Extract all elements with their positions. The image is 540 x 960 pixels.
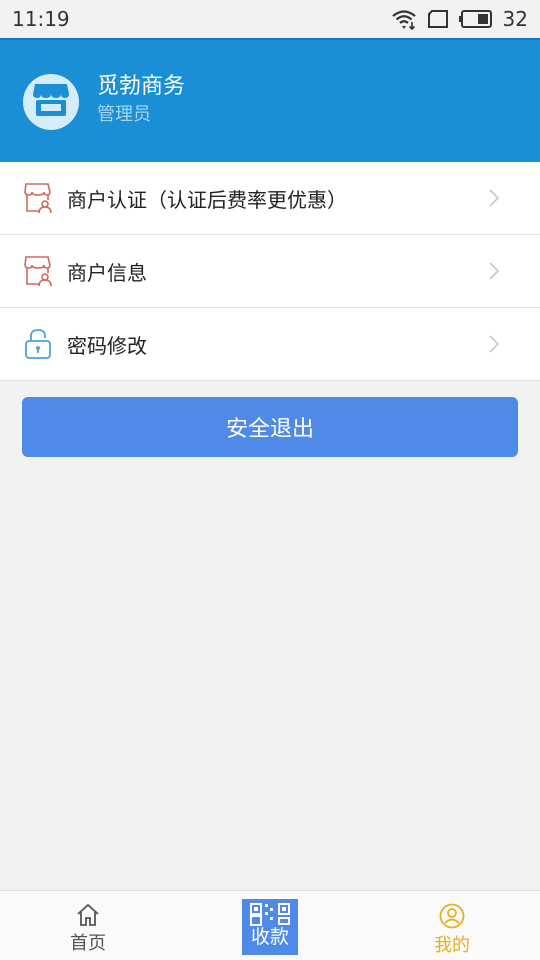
nav-me[interactable]: 我的 [392,891,512,960]
bottom-nav: 首页 收款 我的 [0,890,540,960]
menu-item-change-password[interactable]: 密码修改 [0,308,540,381]
battery-icon [458,10,493,28]
menu-item-label: 商户信息 [67,260,147,285]
user-icon [439,903,465,929]
merchant-info-icon [22,254,54,288]
avatar [23,74,79,130]
chevron-right-icon [488,334,500,358]
logout-button[interactable]: 安全退出 [22,397,518,457]
battery-level: 32 [502,7,528,31]
menu-item-label: 密码修改 [67,333,147,358]
status-bar: 11:19 32 [0,0,540,38]
store-icon [31,82,71,122]
nav-home-label: 首页 [70,933,106,954]
status-time: 11:19 [12,7,70,31]
qr-code-icon [242,902,298,926]
nav-me-label: 我的 [434,935,470,956]
nav-collect-label: 收款 [250,926,289,948]
status-icons: 32 [391,7,528,31]
lock-icon [22,327,54,361]
chevron-right-icon [488,188,500,212]
menu-item-merchant-cert[interactable]: 商户认证（认证后费率更优惠） [0,162,540,235]
store-name: 觅勃商务 [97,74,186,99]
sim-card-icon [427,9,449,29]
wifi-icon [391,8,417,30]
profile-header: 觅勃商务 管理员 [0,38,540,162]
menu-item-merchant-info[interactable]: 商户信息 [0,235,540,308]
chevron-right-icon [488,261,500,285]
menu-item-label: 商户认证（认证后费率更优惠） [67,187,347,212]
nav-home[interactable]: 首页 [28,891,148,960]
nav-collect[interactable]: 收款 [242,899,298,955]
settings-menu: 商户认证（认证后费率更优惠） 商户信息 密码修改 [0,162,540,381]
merchant-cert-icon [22,181,54,215]
home-icon [75,903,101,927]
user-role: 管理员 [97,104,151,125]
